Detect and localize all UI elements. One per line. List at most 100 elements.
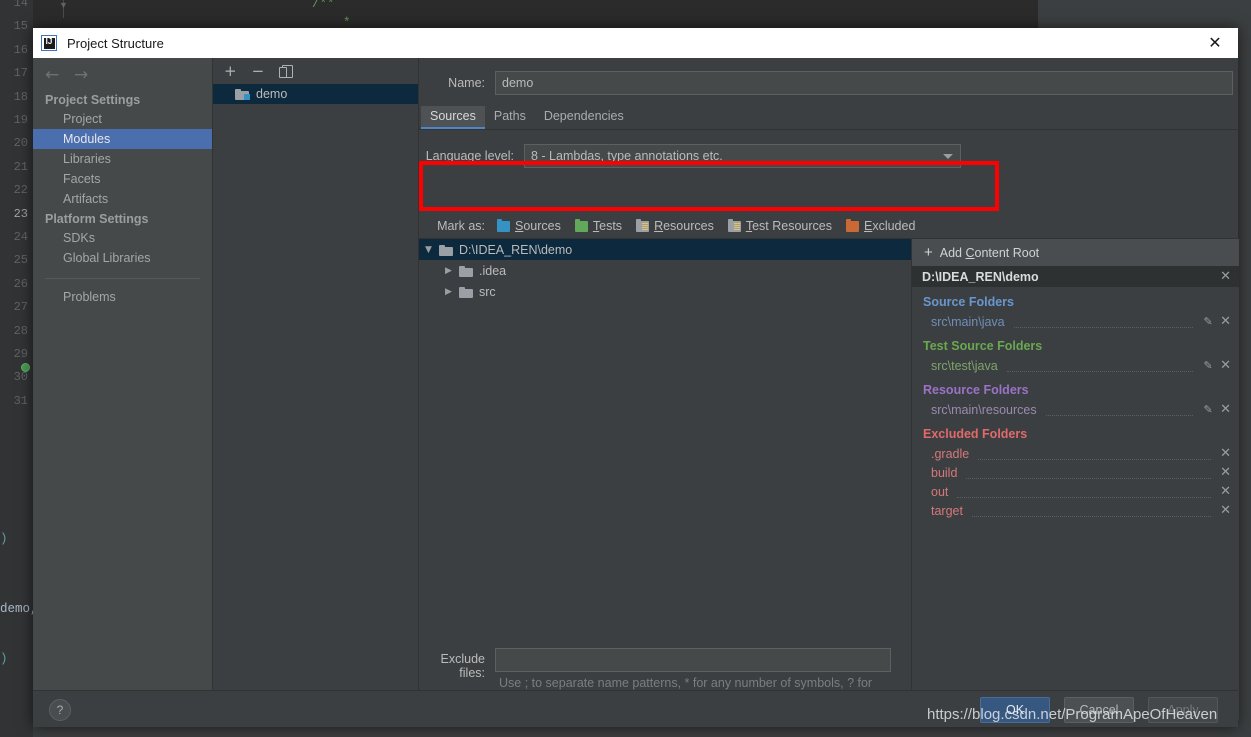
cancel-button[interactable]: Cancel [1064, 697, 1134, 723]
remove-folder-icon[interactable]: ✕ [1220, 466, 1231, 479]
dotted-leader [957, 486, 1212, 498]
folder-entry-row[interactable]: .gradle ✕ [912, 444, 1239, 463]
mark-as-sources[interactable]: Sources [497, 218, 561, 233]
tab-dependencies[interactable]: Dependencies [535, 106, 633, 129]
ok-button[interactable]: OK [980, 697, 1050, 723]
sidebar-item-modules[interactable]: Modules [33, 129, 212, 149]
sidebar-item-project[interactable]: Project [33, 109, 212, 129]
dotted-leader [1045, 404, 1194, 416]
remove-folder-icon[interactable]: ✕ [1220, 403, 1231, 416]
mark-as-label: Tests [592, 219, 623, 233]
folder-group-title: Source Folders [923, 295, 1014, 309]
tree-node[interactable]: ▶ src [419, 281, 911, 302]
remove-folder-icon[interactable]: ✕ [1220, 504, 1231, 517]
folder-icon [727, 218, 741, 232]
gutter-line-number: 29 [13, 347, 28, 361]
folder-icon [845, 218, 859, 232]
folder-entry-path: build [931, 465, 958, 480]
module-name-input[interactable]: demo [495, 71, 1233, 95]
gutter-line-number: 30 [13, 370, 28, 385]
language-level-value: 8 - Lambdas, type annotations etc. [531, 149, 723, 163]
mark-as-row: Mark as: Sources Tests Resources Test Resou… [419, 215, 1239, 237]
folder-entry-row[interactable]: build ✕ [912, 463, 1239, 482]
tab-sources[interactable]: Sources [421, 106, 485, 129]
folder-entry-row[interactable]: src\main\java ✎ ✕ [912, 312, 1239, 331]
tree-node-label: src [479, 284, 496, 299]
module-tabs: Sources Paths Dependencies [419, 106, 1239, 130]
module-list-item-demo[interactable]: demo [213, 84, 419, 104]
remove-content-root-icon[interactable]: ✕ [1220, 270, 1231, 283]
close-icon[interactable]: ✕ [1192, 28, 1238, 58]
remove-folder-icon[interactable]: ✕ [1220, 359, 1231, 372]
sidebar-item-facets[interactable]: Facets [33, 169, 212, 189]
back-arrow-icon[interactable]: ← [45, 65, 59, 85]
mark-as-excluded[interactable]: Excluded [845, 218, 915, 233]
tree-collapsed-icon[interactable]: ▶ [443, 287, 454, 297]
editor-gutter[interactable]: 14 15 16 17 18 19 20 21 22 23 24 25 26 27 28 29 30 31 [0, 0, 33, 737]
dialog-button-bar: ? OK Cancel Apply [33, 690, 1238, 727]
language-level-select[interactable]: 8 - Lambdas, type annotations etc. [524, 144, 961, 168]
modules-column: + − demo [212, 58, 419, 690]
module-name-label: Name: [448, 76, 485, 90]
gutter-line-number: 27 [13, 300, 28, 315]
exclude-files-label: Exclude files: [440, 652, 485, 680]
sidebar-item-sdks[interactable]: SDKs [33, 228, 212, 248]
tree-node[interactable]: ▶ .idea [419, 260, 911, 281]
content-root-tree[interactable]: ▼ D:\IDEA_REN\demo ▶ .idea ▶ src [419, 238, 911, 646]
sidebar-nav: ← → [33, 58, 212, 90]
code-token-paren-2: ) [0, 652, 8, 666]
content-root-path: D:\IDEA_REN\demo [922, 269, 1039, 284]
content-roots-panel: + Add Content Root D:\IDEA_REN\demo ✕ So… [911, 238, 1239, 720]
add-module-button[interactable]: + [224, 63, 237, 79]
forward-arrow-icon[interactable]: → [74, 65, 88, 85]
mark-as-test-resources[interactable]: Test Resources [727, 218, 832, 233]
copy-module-icon[interactable] [279, 64, 294, 78]
folder-icon [459, 265, 474, 277]
language-level-label: Language level: [425, 149, 514, 163]
gutter-line-number: 14 [13, 0, 28, 10]
folder-entry-path: .gradle [931, 446, 970, 461]
language-level-row: Language level: 8 - Lambdas, type annota… [419, 133, 1239, 179]
folder-entry-row[interactable]: src\main\resources ✎ ✕ [912, 400, 1239, 419]
sidebar-item-libraries[interactable]: Libraries [33, 149, 212, 169]
folder-group-title: Excluded Folders [923, 427, 1028, 441]
gutter-line-number: 31 [13, 393, 28, 408]
exclude-files-input[interactable] [495, 648, 891, 672]
apply-button[interactable]: Apply [1148, 697, 1218, 723]
tree-node[interactable]: ▼ D:\IDEA_REN\demo [419, 239, 911, 260]
code-fold-arrow-icon[interactable]: ▼ [59, 0, 68, 10]
sidebar-item-artifacts[interactable]: Artifacts [33, 189, 212, 209]
edit-pencil-icon[interactable]: ✎ [1202, 404, 1214, 415]
add-content-root-label: Add Content Root [939, 245, 1040, 260]
edit-pencil-icon[interactable]: ✎ [1202, 316, 1214, 327]
content-root-header: D:\IDEA_REN\demo ✕ [912, 266, 1239, 287]
folder-entry-row[interactable]: target ✕ [912, 501, 1239, 520]
folder-icon [459, 286, 474, 298]
sidebar-group-title: Project Settings [45, 93, 141, 107]
folder-entry-path: src\test\java [931, 358, 998, 373]
tree-expanded-icon[interactable]: ▼ [423, 245, 434, 255]
edit-pencil-icon[interactable]: ✎ [1202, 360, 1214, 371]
remove-folder-icon[interactable]: ✕ [1220, 447, 1231, 460]
breakpoint-dot-icon[interactable] [21, 363, 30, 372]
module-label: demo [256, 87, 288, 101]
remove-module-button[interactable]: − [252, 63, 265, 79]
remove-folder-icon[interactable]: ✕ [1220, 315, 1231, 328]
dotted-leader [1013, 316, 1194, 328]
mark-as-label: Mark as: [437, 219, 485, 233]
folder-entry-row[interactable]: src\test\java ✎ ✕ [912, 356, 1239, 375]
tab-paths[interactable]: Paths [485, 106, 535, 129]
folder-entry-row[interactable]: out ✕ [912, 482, 1239, 501]
code-token-demo: demo, [0, 602, 38, 616]
sidebar-item-problems[interactable]: Problems [33, 287, 212, 307]
remove-folder-icon[interactable]: ✕ [1220, 485, 1231, 498]
mark-as-resources[interactable]: Resources [636, 218, 714, 233]
add-content-root-button[interactable]: + Add Content Root [912, 239, 1239, 266]
mark-as-tests[interactable]: Tests [574, 218, 623, 233]
module-name-row: Name: demo [419, 70, 1239, 96]
sidebar-item-global-libraries[interactable]: Global Libraries [33, 248, 212, 268]
folder-group-title: Resource Folders [923, 383, 1029, 397]
module-folder-icon [235, 88, 250, 100]
help-button[interactable]: ? [49, 699, 71, 721]
tree-collapsed-icon[interactable]: ▶ [443, 266, 454, 276]
